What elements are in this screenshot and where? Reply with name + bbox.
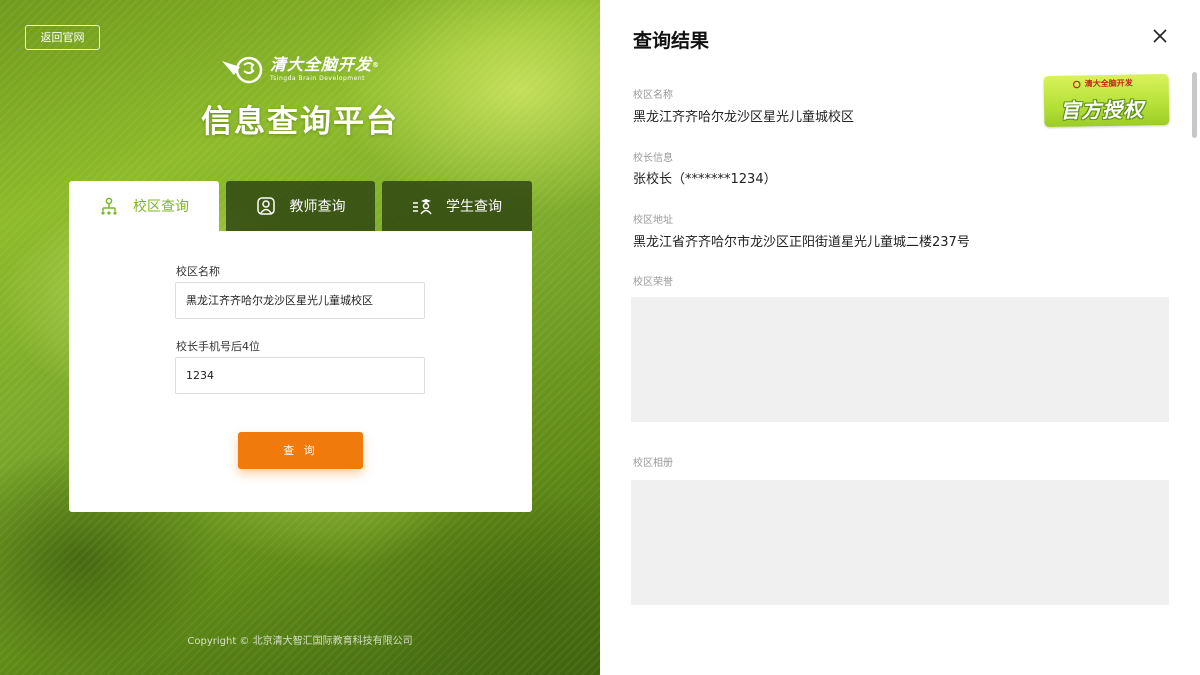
back-to-site-button[interactable]: 返回官网 — [25, 25, 100, 50]
honors-gallery — [631, 297, 1169, 422]
campus-name-info-label: 校区名称 — [633, 90, 673, 101]
query-submit-button[interactable]: 查 询 — [238, 432, 363, 469]
result-scrollbar[interactable] — [1192, 72, 1198, 138]
scrollbar-thumb[interactable] — [1192, 72, 1197, 138]
album-gallery — [631, 480, 1169, 605]
campus-icon — [101, 197, 117, 215]
campus-query-form: 校区名称 黑龙江齐齐哈尔龙沙区星光儿童城校区 校长手机号后4位 1234 查 询 — [69, 231, 532, 512]
tab-student-label: 学生查询 — [446, 199, 502, 215]
tab-campus-query[interactable]: 校区查询 — [69, 181, 219, 231]
platform-title: 信息查询平台 — [201, 104, 399, 140]
student-icon — [413, 199, 432, 215]
result-panel: 查询结果 清大全脑开发 官方授权 校区名称 黑龙江齐齐哈尔龙沙区星光儿童城校区 … — [600, 0, 1200, 675]
query-tabs: 校区查询 教师查询 学生查询 — [69, 181, 532, 231]
tab-campus-label: 校区查询 — [133, 199, 189, 215]
close-icon[interactable] — [1153, 29, 1167, 43]
result-title: 查询结果 — [633, 30, 710, 52]
brand-logo: 清大全脑开发® Tsingda Brain Development — [220, 50, 385, 88]
badge-brand: 清大全脑开发 — [1072, 78, 1133, 90]
address-info-value: 黑龙江省齐齐哈尔市龙沙区正阳街道星光儿童城二楼237号 — [633, 235, 970, 250]
phone-label: 校长手机号后4位 — [176, 340, 260, 353]
honors-label: 校区荣誉 — [633, 277, 673, 288]
address-info-label: 校区地址 — [633, 215, 673, 226]
tab-student-query[interactable]: 学生查询 — [382, 181, 532, 231]
logo-brand-cn: 清大全脑开发® — [270, 54, 381, 74]
campus-name-label: 校区名称 — [176, 265, 220, 278]
badge-text: 官方授权 — [1059, 97, 1145, 123]
logo-brand-en: Tsingda Brain Development — [270, 74, 365, 82]
teacher-icon — [256, 197, 275, 215]
principal-info-value: 张校长（*******1234） — [633, 172, 777, 187]
logo-mark-icon — [222, 56, 263, 84]
background-panel: 返回官网 清大全脑开发® Tsingda Brain Development 信… — [0, 0, 600, 675]
copyright-text: Copyright © 北京清大智汇国际教育科技有限公司 — [187, 636, 413, 647]
campus-name-input[interactable]: 黑龙江齐齐哈尔龙沙区星光儿童城校区 — [175, 282, 425, 319]
album-label: 校区相册 — [633, 458, 673, 469]
tab-teacher-query[interactable]: 教师查询 — [226, 181, 375, 231]
principal-info-label: 校长信息 — [633, 153, 673, 164]
badge-logo-icon — [1072, 80, 1081, 88]
phone-last4-input[interactable]: 1234 — [175, 357, 425, 394]
official-authorization-badge: 清大全脑开发 官方授权 — [1043, 73, 1170, 128]
tab-teacher-label: 教师查询 — [289, 199, 346, 215]
campus-name-info-value: 黑龙江齐齐哈尔龙沙区星光儿童城校区 — [633, 110, 855, 125]
